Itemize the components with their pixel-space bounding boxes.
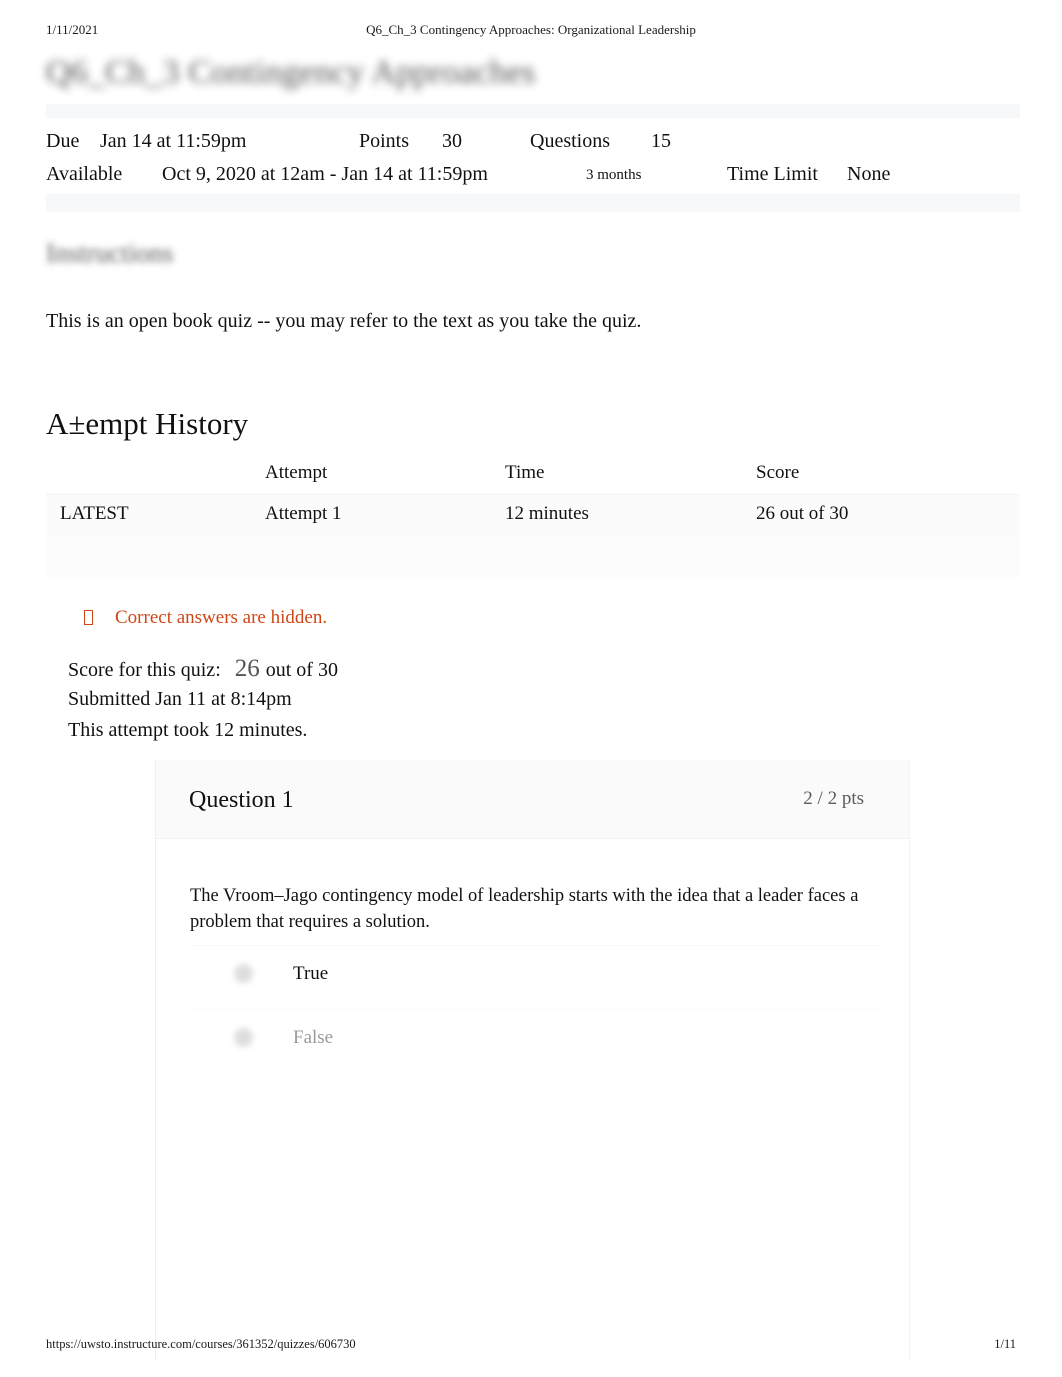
title-underband	[46, 104, 1020, 118]
answer-options: True False	[190, 945, 880, 1073]
points-label: Points	[359, 130, 410, 152]
question-title: Question 1	[189, 787, 294, 813]
footer-url: https://uwsto.instructure.com/courses/36…	[46, 1337, 356, 1351]
radio-button-icon[interactable]	[234, 964, 253, 983]
question-card: Question 1 2 / 2 pts The Vroom–Jago cont…	[155, 760, 910, 1360]
print-document-title: Q6_Ch_3 Contingency Approaches: Organiza…	[366, 22, 696, 37]
attempt-latest-flag: LATEST	[60, 503, 129, 524]
answer-option-false[interactable]: False	[190, 1009, 880, 1073]
question-points: 2 / 2 pts	[803, 788, 864, 809]
due-label: Due	[46, 130, 80, 152]
questions-value: 15	[651, 130, 671, 152]
answer-option-true[interactable]: True	[190, 945, 880, 1009]
missing-glyph-icon	[84, 610, 93, 625]
questions-label: Questions	[530, 130, 610, 152]
question-body: The Vroom–Jago contingency model of lead…	[156, 839, 909, 936]
points-value: 30	[442, 130, 462, 152]
attempt-time: 12 minutes	[505, 503, 589, 524]
available-label: Available	[46, 163, 123, 185]
question-header: Question 1 2 / 2 pts	[156, 760, 909, 839]
score-suffix: out of 30	[265, 659, 338, 681]
question-text: The Vroom–Jago contingency model of lead…	[190, 886, 859, 933]
score-line: Score for this quiz: 26 out of 30	[68, 655, 338, 683]
time-limit-value: None	[847, 163, 891, 185]
radio-button-icon[interactable]	[234, 1028, 253, 1047]
meta-underband	[46, 194, 1020, 212]
available-duration: 3 months	[586, 167, 642, 183]
col-header-time: Time	[505, 462, 545, 483]
answer-label: True	[293, 963, 329, 984]
attempt-history-table: Attempt Time Score LATEST Attempt 1 12 m…	[46, 462, 1020, 577]
print-header: 1/11/2021 Q6_Ch_3 Contingency Approaches…	[0, 22, 1062, 42]
score-label: Score for this quiz:	[68, 659, 221, 681]
table-row: LATEST Attempt 1 12 minutes 26 out of 30	[46, 494, 1020, 537]
instructions-body: This is an open book quiz -- you may ref…	[46, 310, 642, 332]
due-value: Jan 14 at 11:59pm	[100, 130, 247, 152]
submitted-line: Submitted Jan 11 at 8:14pm	[68, 688, 292, 710]
attempt-duration-line: This attempt took 12 minutes.	[68, 719, 308, 741]
attempt-history-heading: A±empt History	[46, 406, 249, 441]
attempt-link[interactable]: Attempt 1	[265, 503, 342, 525]
print-footer: https://uwsto.instructure.com/courses/36…	[0, 1337, 1062, 1355]
col-header-attempt: Attempt	[265, 462, 328, 483]
correct-answers-hidden-notice: Correct answers are hidden.	[84, 607, 327, 629]
instructions-heading: Instructions	[46, 238, 174, 268]
available-value: Oct 9, 2020 at 12am - Jan 14 at 11:59pm	[162, 163, 488, 185]
attempt-score: 26 out of 30	[756, 503, 849, 524]
score-value: 26	[234, 655, 260, 682]
page-title: Q6_Ch_3 Contingency Approaches	[46, 54, 536, 91]
col-header-score: Score	[756, 462, 800, 483]
table-header-row: Attempt Time Score	[46, 462, 1020, 494]
footer-page-number: 1/11	[994, 1337, 1016, 1351]
pdf-page: 1/11/2021 Q6_Ch_3 Contingency Approaches…	[0, 0, 1062, 1377]
answer-label: False	[293, 1027, 334, 1048]
table-footer-spacer	[46, 537, 1020, 577]
time-limit-label: Time Limit	[727, 163, 818, 185]
hidden-notice-text: Correct answers are hidden.	[115, 607, 328, 628]
